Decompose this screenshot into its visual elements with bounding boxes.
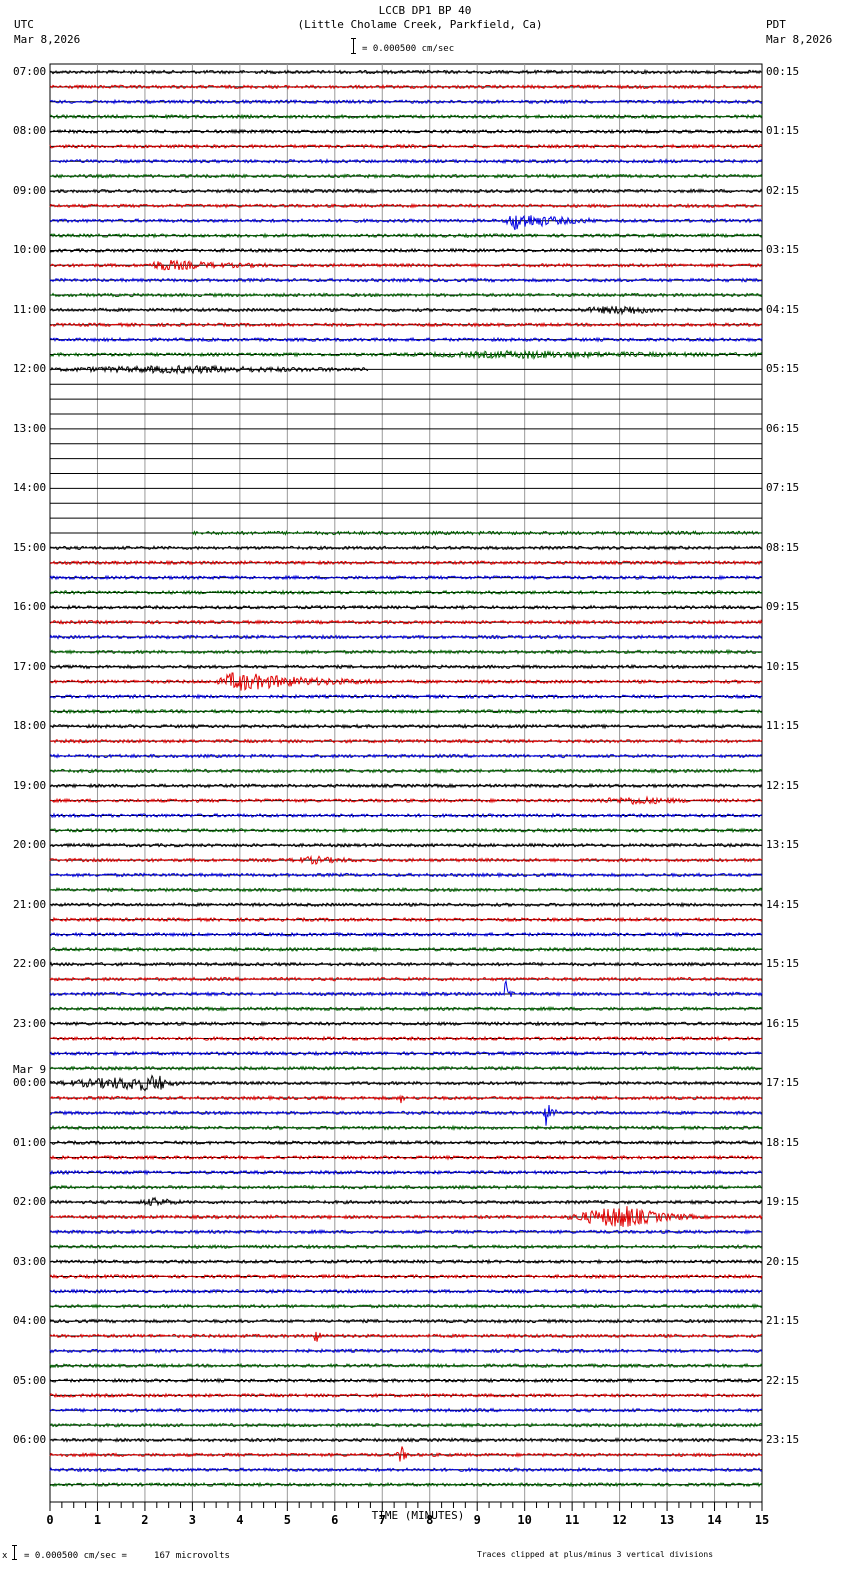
pdt-hour-label: 11:15 bbox=[766, 719, 800, 733]
day-marker-label: Mar 9 bbox=[13, 1063, 47, 1077]
seismic-trace bbox=[49, 871, 763, 879]
pdt-hour-label: 09:15 bbox=[766, 600, 800, 614]
seismic-trace bbox=[49, 1139, 763, 1146]
seismic-trace bbox=[50, 1094, 763, 1104]
utc-hour-label: 07:00 bbox=[13, 65, 47, 78]
utc-hour-label: 10:00 bbox=[13, 243, 47, 257]
seismic-trace bbox=[49, 1035, 763, 1042]
pdt-hour-label: 12:15 bbox=[766, 778, 800, 792]
x-axis-label: TIME (MINUTES) bbox=[371, 1509, 465, 1522]
x-tick-label: 0 bbox=[46, 1513, 54, 1527]
utc-hour-label: 08:00 bbox=[13, 124, 47, 138]
pdt-hour-label: 13:15 bbox=[766, 838, 800, 852]
utc-hour-label: 18:00 bbox=[13, 719, 47, 733]
seismic-trace bbox=[49, 589, 763, 596]
x-tick-label: 4 bbox=[236, 1513, 244, 1527]
pdt-hour-label: 21:15 bbox=[766, 1314, 800, 1328]
utc-hour-label: 23:00 bbox=[13, 1016, 47, 1030]
utc-hour-label: 19:00 bbox=[13, 778, 47, 792]
pdt-hour-label: 18:15 bbox=[766, 1135, 800, 1149]
seismic-trace bbox=[49, 708, 763, 715]
pdt-hour-label: 00:15 bbox=[766, 65, 800, 78]
seismic-trace bbox=[49, 1196, 763, 1207]
pdt-hour-label: 07:15 bbox=[766, 481, 800, 495]
pdt-hour-label: 01:15 bbox=[766, 124, 800, 138]
pdt-hour-label: 06:15 bbox=[766, 421, 800, 435]
utc-hour-label: 15:00 bbox=[13, 540, 47, 554]
x-tick-label: 14 bbox=[707, 1513, 722, 1527]
pdt-hour-label: 15:15 bbox=[766, 957, 800, 971]
utc-hour-label: 00:00 bbox=[13, 1076, 47, 1090]
x-tick-label: 12 bbox=[612, 1513, 627, 1527]
utc-hour-label: 22:00 bbox=[13, 957, 47, 971]
seismic-trace bbox=[49, 202, 763, 209]
clip-note: Traces clipped at plus/minus 3 vertical … bbox=[477, 1550, 714, 1559]
seismic-trace bbox=[49, 158, 763, 165]
utc-hour-label: 03:00 bbox=[13, 1254, 47, 1268]
utc-hour-label: 16:00 bbox=[13, 600, 47, 614]
utc-hour-label: 09:00 bbox=[13, 183, 47, 197]
pdt-hour-label: 23:15 bbox=[766, 1433, 800, 1447]
seismic-trace bbox=[49, 1347, 763, 1354]
pdt-hour-label: 05:15 bbox=[766, 362, 800, 376]
utc-hour-label: 17:00 bbox=[13, 659, 47, 673]
x-tick-label: 15 bbox=[754, 1513, 770, 1527]
seismic-trace bbox=[49, 1065, 763, 1072]
pdt-hour-label: 14:15 bbox=[766, 897, 800, 911]
pdt-hour-label: 03:15 bbox=[766, 243, 800, 257]
seismic-trace bbox=[49, 738, 763, 745]
seismogram-plot bbox=[49, 63, 763, 1511]
x-tick-label: 6 bbox=[331, 1513, 339, 1527]
pdt-hour-label: 17:15 bbox=[766, 1076, 800, 1090]
seismic-trace bbox=[49, 128, 763, 135]
utc-hour-label: 06:00 bbox=[13, 1433, 47, 1447]
pdt-hour-label: 08:15 bbox=[766, 540, 800, 554]
seismic-trace bbox=[49, 214, 763, 231]
x-tick-label: 1 bbox=[93, 1513, 102, 1527]
utc-hour-label: 13:00 bbox=[13, 421, 47, 435]
pdt-hour-label: 22:15 bbox=[766, 1373, 800, 1387]
pdt-hour-label: 16:15 bbox=[766, 1016, 800, 1030]
utc-hour-label: 04:00 bbox=[13, 1314, 47, 1328]
footer-scale-prefix: x bbox=[2, 1551, 8, 1561]
seismic-trace bbox=[49, 1331, 763, 1342]
seismic-trace bbox=[49, 349, 763, 360]
seismic-trace bbox=[49, 113, 763, 120]
utc-hour-label: 21:00 bbox=[13, 897, 47, 911]
seismic-trace bbox=[50, 1104, 763, 1126]
footer-scale-label: = 0.000500 cm/sec = 167 microvolts bbox=[24, 1551, 230, 1561]
pdt-hour-label: 19:15 bbox=[766, 1195, 800, 1209]
seismic-trace bbox=[49, 1074, 763, 1092]
seismic-trace bbox=[49, 1258, 763, 1265]
pdt-hour-label: 02:15 bbox=[766, 183, 800, 197]
pdt-hour-label: 10:15 bbox=[766, 659, 800, 673]
seismic-trace bbox=[49, 1446, 763, 1462]
pdt-hour-label: 04:15 bbox=[766, 302, 800, 316]
seismic-trace bbox=[49, 232, 763, 239]
x-tick-label: 11 bbox=[564, 1513, 580, 1527]
utc-hour-label: 01:00 bbox=[13, 1135, 47, 1149]
seismic-trace bbox=[49, 1169, 763, 1176]
utc-hour-label: 02:00 bbox=[13, 1195, 47, 1209]
utc-hour-label: 11:00 bbox=[13, 302, 47, 316]
footer-scale-bar-icon bbox=[12, 1545, 17, 1560]
x-tick-label: 13 bbox=[659, 1513, 675, 1527]
utc-hour-label: 14:00 bbox=[13, 481, 47, 495]
x-tick-label: 9 bbox=[473, 1513, 481, 1527]
x-tick-label: 5 bbox=[283, 1513, 291, 1527]
pdt-hour-label: 20:15 bbox=[766, 1254, 800, 1268]
x-tick-label: 3 bbox=[188, 1513, 197, 1527]
x-tick-label: 2 bbox=[141, 1513, 149, 1527]
seismic-trace bbox=[49, 559, 763, 566]
x-tick-label: 10 bbox=[517, 1513, 532, 1527]
utc-hour-label: 05:00 bbox=[13, 1373, 47, 1387]
seismic-trace bbox=[49, 979, 763, 997]
utc-hour-label: 20:00 bbox=[13, 838, 47, 852]
seismic-trace bbox=[49, 604, 763, 611]
utc-hour-label: 12:00 bbox=[13, 362, 47, 376]
